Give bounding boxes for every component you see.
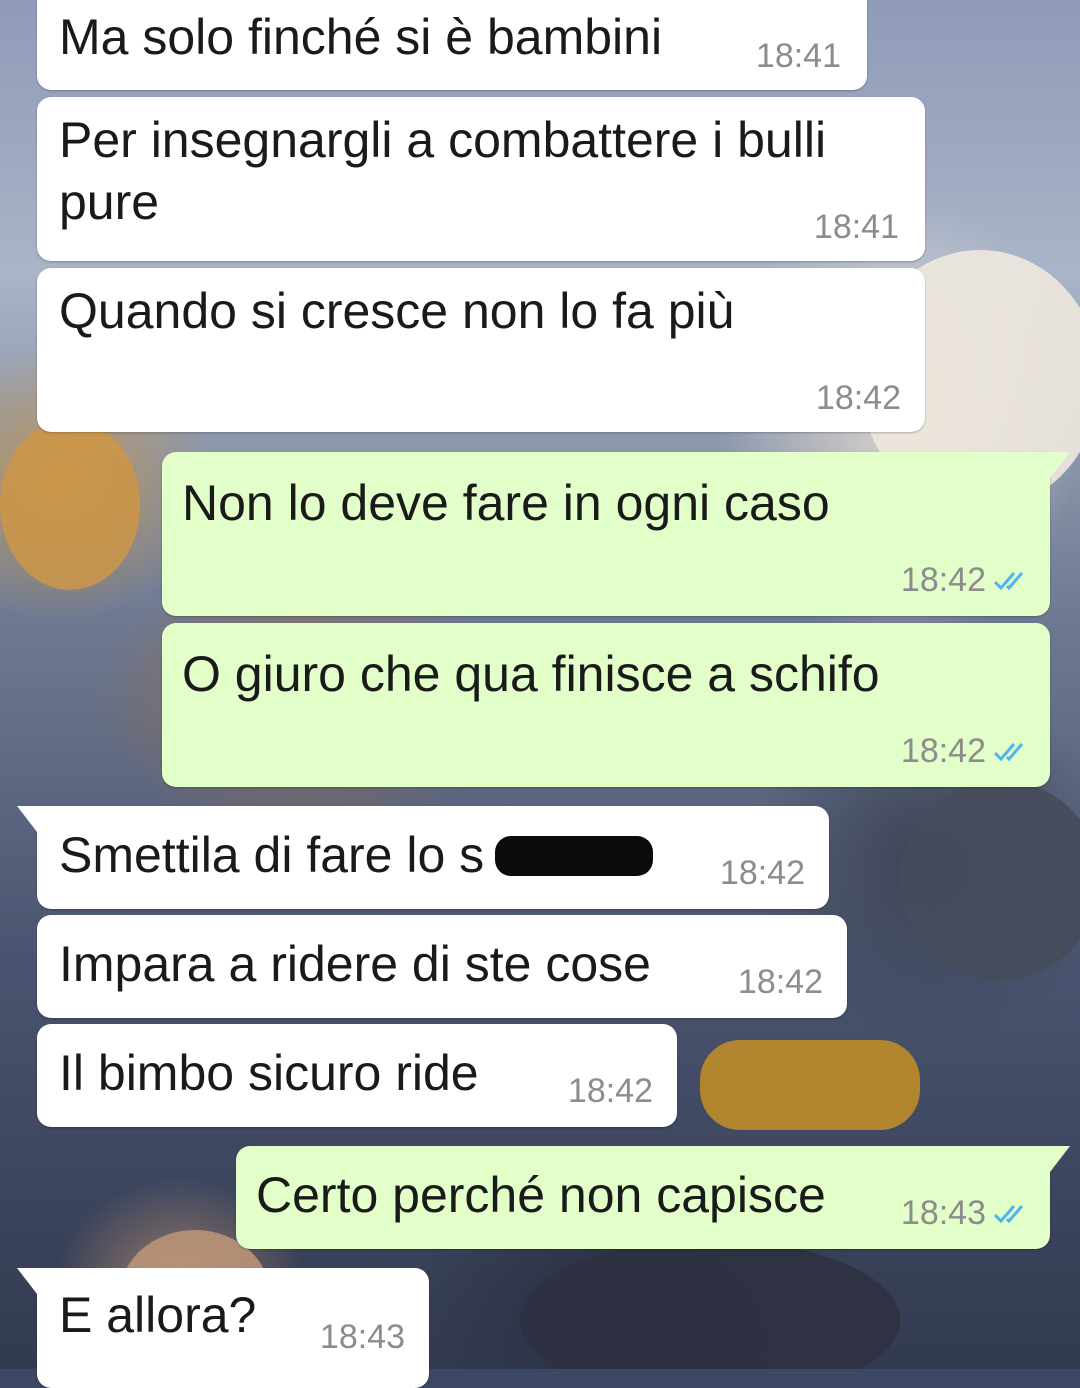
message-bubble-incoming[interactable]: Per insegnargli a combattere i bulli pur… — [37, 97, 925, 261]
message-text: Impara a ridere di ste cose — [59, 936, 651, 992]
double-check-read-icon — [992, 734, 1032, 773]
message-bubble-incoming[interactable]: Smettila di fare lo s 18:42 — [17, 806, 829, 909]
message-timestamp: 18:42 — [900, 732, 986, 771]
message-meta: 18:42 — [901, 732, 1032, 773]
message-text: Smettila di fare lo s — [59, 827, 485, 883]
message-text: O giuro che qua finisce a schifo — [182, 646, 880, 702]
wallpaper-figure — [900, 780, 1080, 980]
message-text: Per insegnargli a combattere i bulli pur… — [59, 112, 827, 230]
message-text: Certo perché non capisce — [256, 1167, 826, 1223]
message-bubble-incoming[interactable]: E allora? 18:43 — [17, 1268, 429, 1388]
message-timestamp: 18:43 — [319, 1318, 405, 1356]
message-timestamp: 18:41 — [813, 208, 899, 246]
bubble-tail — [1050, 1146, 1070, 1172]
message-bubble-incoming[interactable]: Il bimbo sicuro ride 18:42 — [37, 1024, 677, 1127]
bubble-tail — [1050, 452, 1070, 478]
message-bubble-incoming[interactable]: Ma solo finché si è bambini 18:41 — [37, 0, 867, 90]
message-timestamp: 18:41 — [755, 37, 841, 75]
message-bubble-incoming[interactable]: Impara a ridere di ste cose 18:42 — [37, 915, 847, 1018]
message-text: Non lo deve fare in ogni caso — [182, 475, 830, 531]
wallpaper-figure — [0, 420, 140, 590]
message-text: E allora? — [59, 1287, 257, 1343]
bubble-tail — [17, 806, 37, 832]
message-bubble-outgoing[interactable]: O giuro che qua finisce a schifo 18:42 — [162, 623, 1050, 787]
message-meta: 18:42 — [901, 561, 1032, 602]
double-check-read-icon — [992, 1196, 1032, 1235]
redaction-mark — [495, 836, 653, 876]
message-meta: 18:43 — [901, 1194, 1032, 1235]
message-timestamp: 18:43 — [900, 1194, 986, 1233]
bubble-tail — [17, 1268, 37, 1294]
message-timestamp: 18:42 — [815, 379, 901, 417]
message-bubble-outgoing[interactable]: Non lo deve fare in ogni caso 18:42 — [162, 452, 1070, 616]
message-timestamp: 18:42 — [737, 963, 823, 1001]
message-bubble-outgoing[interactable]: Certo perché non capisce 18:43 — [236, 1146, 1070, 1249]
message-timestamp: 18:42 — [567, 1072, 653, 1110]
message-text: Il bimbo sicuro ride — [59, 1045, 479, 1101]
message-timestamp: 18:42 — [900, 561, 986, 600]
message-text: Ma solo finché si è bambini — [59, 9, 663, 65]
message-timestamp: 18:42 — [719, 854, 805, 892]
wallpaper-figure — [520, 1240, 900, 1369]
message-bubble-incoming[interactable]: Quando si cresce non lo fa più 18:42 — [37, 268, 925, 432]
message-text: Quando si cresce non lo fa più — [59, 283, 735, 339]
wallpaper-figure — [700, 1040, 920, 1130]
double-check-read-icon — [992, 563, 1032, 602]
